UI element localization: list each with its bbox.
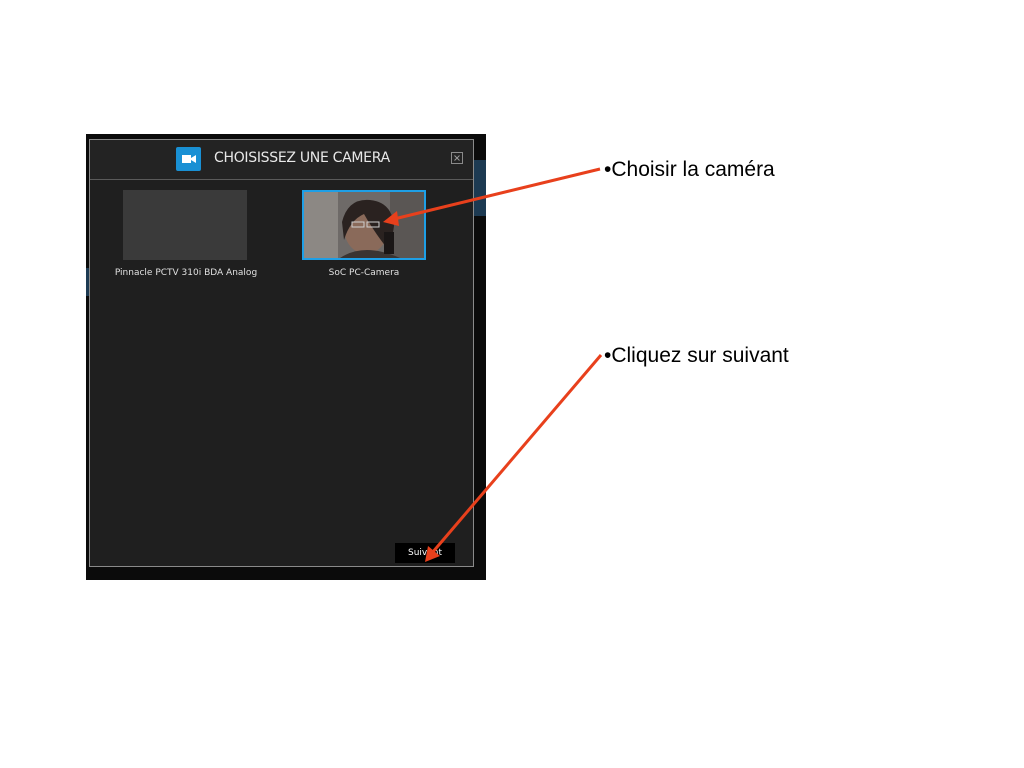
dialog-header: CHOISISSEZ UNE CAMERA [90,140,473,180]
dialog-title: CHOISISSEZ UNE CAMERA [214,150,390,166]
camera-option-soc[interactable]: SoC PC-Camera [302,190,426,278]
close-icon[interactable] [451,152,463,164]
backdrop-panel [474,160,486,216]
next-button[interactable]: Suivant [395,543,455,563]
camera-select-dialog: CHOISISSEZ UNE CAMERA Pinnacle PCTV 310i… [89,139,474,567]
annotation-click-next: •Cliquez sur suivant [604,344,789,367]
video-camera-icon [176,147,201,171]
camera-option-label: SoC PC-Camera [328,268,400,278]
annotation-choose-camera: •Choisir la caméra [604,158,775,181]
slide: CHOISISSEZ UNE CAMERA Pinnacle PCTV 310i… [0,0,1024,768]
camera-option-pinnacle[interactable]: Pinnacle PCTV 310i BDA Analog [106,190,266,278]
camera-option-label: Pinnacle PCTV 310i BDA Analog [114,268,258,278]
camera-preview-thumbnail [302,190,426,260]
camera-thumbnail-empty [123,190,247,260]
